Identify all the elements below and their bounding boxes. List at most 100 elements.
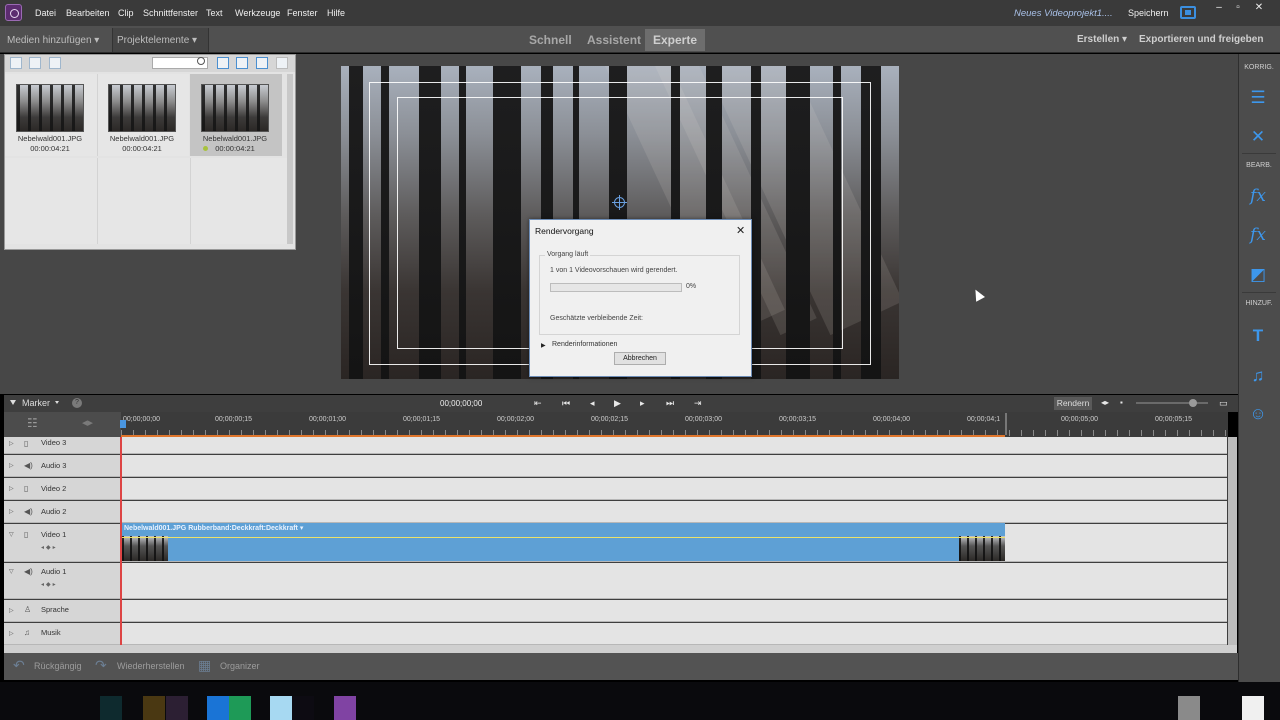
export-share-menu[interactable]: Exportieren und freigeben	[1139, 34, 1263, 45]
applied-effects-icon[interactable]: fx	[1248, 186, 1268, 206]
taskbar-app[interactable]	[1178, 696, 1200, 720]
track-header-music[interactable]	[4, 623, 121, 645]
zoom-in-icon[interactable]: ▭	[1219, 398, 1228, 409]
marker-menu[interactable]: Marker	[22, 398, 50, 408]
music-icon[interactable]: ♫	[1248, 366, 1268, 386]
tab-schnell[interactable]: Schnell	[521, 29, 580, 51]
cancel-button[interactable]: Abbrechen	[614, 352, 666, 365]
collapse-track-icon[interactable]: ▽	[9, 531, 14, 538]
taskbar-app[interactable]	[292, 696, 314, 720]
track-lane-audio1[interactable]	[122, 563, 1227, 599]
undo-icon[interactable]: ↶	[13, 657, 25, 674]
crosshair-icon[interactable]	[612, 195, 627, 210]
track-lane-audio3[interactable]	[122, 455, 1227, 477]
current-timecode[interactable]: 00;00;00;00	[440, 399, 482, 408]
timeline-horizontal-scrollbar[interactable]	[4, 645, 1237, 653]
zoom-out-icon[interactable]: ▪	[1120, 398, 1123, 407]
titles-icon[interactable]: T	[1248, 326, 1268, 346]
step-forward-icon[interactable]: ▸	[640, 398, 645, 409]
maximize-icon[interactable]: ▫	[1231, 2, 1245, 14]
list-view-icon[interactable]	[10, 57, 22, 69]
close-icon[interactable]: ✕	[1252, 2, 1266, 14]
audio-mixer-icon[interactable]: ◂▸	[82, 416, 93, 429]
tracks-vertical-scrollbar[interactable]	[1228, 437, 1237, 645]
organizer-icon[interactable]: ▦	[198, 657, 211, 674]
menu-text[interactable]: Text	[206, 8, 223, 18]
expand-track-icon[interactable]: ▷	[9, 485, 14, 492]
menu-hilfe[interactable]: Hilfe	[327, 8, 345, 18]
goto-end-icon[interactable]: ⏭	[666, 398, 674, 409]
close-icon[interactable]: ✕	[736, 224, 745, 237]
minimize-icon[interactable]: ‒	[1212, 2, 1226, 14]
project-assets-button[interactable]: Projektelemente ▾	[117, 35, 197, 46]
expand-track-icon[interactable]: ▷	[9, 462, 14, 469]
redo-button[interactable]: Wiederherstellen	[117, 661, 185, 671]
render-info-toggle[interactable]: Renderinformationen	[552, 341, 617, 348]
create-menu[interactable]: Erstellen ▾	[1077, 34, 1127, 45]
assets-scrollbar[interactable]	[287, 74, 293, 244]
menu-clip[interactable]: Clip	[118, 8, 134, 18]
zoom-slider-thumb[interactable]	[1189, 399, 1197, 407]
taskbar-app[interactable]	[334, 696, 356, 720]
menu-werkzeuge[interactable]: Werkzeuge	[235, 8, 280, 18]
goto-in-point-icon[interactable]: ⇤	[534, 398, 542, 409]
taskbar-app[interactable]	[100, 696, 122, 720]
asset-thumbnail[interactable]	[201, 84, 269, 132]
expand-track-icon[interactable]: ▷	[9, 630, 14, 637]
expand-track-icon[interactable]: ▷	[9, 508, 14, 515]
menu-fenster[interactable]: Fenster	[287, 8, 318, 18]
expand-track-icon[interactable]: ▷	[9, 440, 14, 447]
track-settings-icon[interactable]: ☷	[27, 416, 38, 430]
taskbar-app[interactable]	[166, 696, 188, 720]
taskbar-app[interactable]	[207, 696, 229, 720]
render-button[interactable]: Rendern	[1054, 397, 1092, 410]
work-area-end-marker[interactable]	[1005, 413, 1007, 435]
adjustments-icon[interactable]: ☰	[1248, 88, 1268, 108]
menu-datei[interactable]: Datei	[35, 8, 56, 18]
new-folder-icon[interactable]	[217, 57, 229, 69]
expand-arrow-icon[interactable]: ▶	[541, 342, 546, 349]
icon-view-icon[interactable]	[29, 57, 41, 69]
chevron-down-icon[interactable]	[55, 401, 59, 404]
goto-out-point-icon[interactable]: ⇥	[694, 398, 702, 409]
track-lane-narration[interactable]	[122, 600, 1227, 622]
keyframe-controls[interactable]: ◂◆▸	[41, 581, 58, 588]
keyframe-controls[interactable]: ◂◆▸	[41, 544, 58, 551]
monitor-icon[interactable]	[1180, 6, 1196, 19]
collapse-track-icon[interactable]: ▽	[9, 568, 14, 575]
menu-bearbeiten[interactable]: Bearbeiten	[66, 8, 110, 18]
track-lane-audio2[interactable]	[122, 501, 1227, 523]
menu-schnittfenster[interactable]: Schnittfenster	[143, 8, 198, 18]
taskbar-app[interactable]	[143, 696, 165, 720]
track-lane-music[interactable]	[122, 623, 1227, 645]
taskbar-app[interactable]	[1242, 696, 1264, 720]
track-lane-video3[interactable]	[122, 437, 1227, 454]
expand-track-icon[interactable]: ▷	[9, 607, 14, 614]
audio-view-icon[interactable]	[49, 57, 61, 69]
opacity-rubberband[interactable]	[122, 537, 1005, 538]
search-icon[interactable]	[197, 57, 205, 65]
save-button[interactable]: Speichern	[1128, 8, 1169, 18]
panel-menu-icon[interactable]	[276, 57, 288, 69]
play-icon[interactable]: ▶	[614, 398, 621, 409]
undo-button[interactable]: Rückgängig	[34, 661, 82, 671]
transitions-icon[interactable]: ◩	[1248, 265, 1268, 285]
graphics-icon[interactable]: ☺	[1248, 404, 1268, 424]
goto-start-icon[interactable]: ⏮	[562, 398, 570, 409]
organizer-button[interactable]: Organizer	[220, 661, 260, 671]
taskbar-app[interactable]	[229, 696, 251, 720]
asset-thumbnail[interactable]	[16, 84, 84, 132]
asset-thumbnail[interactable]	[108, 84, 176, 132]
tab-assistent[interactable]: Assistent	[579, 29, 649, 51]
zoom-slider[interactable]	[1136, 402, 1208, 404]
tab-experte[interactable]: Experte	[645, 29, 706, 51]
fit-timeline-icon[interactable]: ◂▸	[1101, 398, 1109, 407]
tools-icon[interactable]	[256, 57, 268, 69]
add-media-button[interactable]: Medien hinzufügen ▾	[7, 35, 99, 46]
effects-icon[interactable]: fx	[1248, 225, 1268, 245]
trash-icon[interactable]	[236, 57, 248, 69]
step-back-icon[interactable]: ◂	[590, 398, 595, 409]
playhead[interactable]	[120, 420, 126, 428]
clip-title[interactable]: Nebelwald001.JPG Rubberband:Deckkraft:De…	[124, 524, 303, 532]
tools-icon[interactable]: ✕	[1248, 127, 1268, 147]
